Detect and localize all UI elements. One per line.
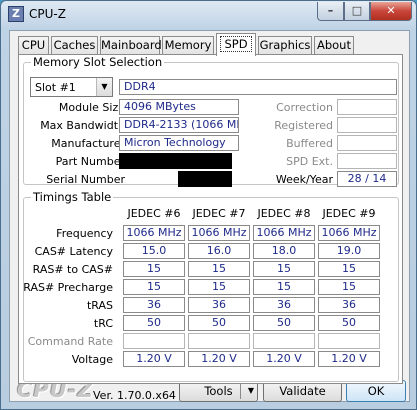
timing-cell: 15	[188, 279, 250, 295]
spd-ext-field	[337, 153, 397, 169]
chevron-down-icon[interactable]: ▼	[248, 381, 254, 401]
chevron-down-icon: ▼	[96, 78, 112, 96]
module-size-label: Module Size	[58, 101, 125, 114]
memory-slot-group: Memory Slot Selection Slot #1 ▼ DDR4 Mod…	[23, 55, 399, 187]
cpu-z-app-icon: Z	[8, 6, 24, 22]
tab-spd[interactable]: SPD	[216, 33, 256, 56]
timing-cell: 1.20 V	[318, 351, 380, 367]
memory-type-field: DDR4	[119, 79, 397, 95]
minimize-button[interactable]: –	[317, 2, 344, 21]
client-area: CPU Caches Mainboard Memory SPD Graphics…	[9, 30, 410, 402]
timing-cell: 50	[318, 315, 380, 331]
timing-cell: 15	[318, 261, 380, 277]
timing-column-header: JEDEC #8	[257, 207, 311, 220]
slot-select[interactable]: Slot #1 ▼	[30, 77, 113, 97]
week-year-field: 28 / 14	[337, 171, 397, 187]
timing-cell: 15	[123, 261, 185, 277]
timing-cell: 15	[253, 279, 315, 295]
timing-cell: 15	[318, 279, 380, 295]
correction-label: Correction	[276, 101, 333, 114]
serial-number-label: Serial Number	[46, 173, 125, 186]
timing-cell: 1066 MHz	[188, 225, 250, 241]
timing-row-label: tRC	[93, 317, 113, 330]
tab-spd-label: SPD	[220, 36, 252, 52]
spd-ext-label: SPD Ext.	[286, 155, 333, 168]
registered-field	[337, 117, 397, 133]
timing-cell: 50	[188, 315, 250, 331]
manufacturer-label: Manufacturer	[51, 137, 125, 150]
timing-column-header: JEDEC #7	[192, 207, 246, 220]
tools-split-divider	[240, 383, 241, 399]
module-size-field: 4096 MBytes	[119, 99, 239, 115]
tools-button-label: Tools	[204, 384, 233, 398]
timing-cell: 1.20 V	[253, 351, 315, 367]
timing-cell: 50	[123, 315, 185, 331]
buffered-label: Buffered	[286, 137, 333, 150]
timing-column-header: JEDEC #9	[322, 207, 376, 220]
timing-column-header: JEDEC #6	[127, 207, 181, 220]
tab-caches[interactable]: Caches	[51, 36, 98, 55]
timing-row-label: Frequency	[56, 227, 113, 240]
timing-cell: 15.0	[123, 243, 185, 259]
timing-cell: 19.0	[318, 243, 380, 259]
timing-cell: 36	[188, 297, 250, 313]
slot-select-value: Slot #1	[35, 81, 76, 94]
timing-row-label: Voltage	[71, 353, 113, 366]
timing-cell: 1.20 V	[188, 351, 250, 367]
tab-about[interactable]: About	[314, 36, 354, 55]
timing-cell: 1066 MHz	[123, 225, 185, 241]
timing-cell: 36	[253, 297, 315, 313]
window-title: CPU-Z	[29, 7, 66, 21]
timing-row-label: tRAS	[86, 299, 113, 312]
tab-graphics[interactable]: Graphics	[258, 36, 312, 55]
memory-slot-group-title: Memory Slot Selection	[31, 55, 165, 69]
timing-cell: 1.20 V	[123, 351, 185, 367]
timing-cell: 36	[123, 297, 185, 313]
cpu-z-window: Z CPU-Z – □ ✕ CPU Caches Mainboard Memor…	[0, 0, 417, 410]
timing-row-label: CAS# Latency	[34, 245, 113, 258]
timings-group-title: Timings Table	[31, 190, 114, 204]
correction-field	[337, 99, 397, 115]
title-bar[interactable]: Z CPU-Z – □ ✕	[1, 1, 416, 27]
buffered-field	[337, 135, 397, 151]
timings-group: Timings Table JEDEC #6 JEDEC #7 JEDEC #8…	[23, 190, 399, 382]
max-bandwidth-label: Max Bandwidth	[40, 119, 125, 132]
max-bandwidth-field: DDR4-2133 (1066 MHz)	[119, 117, 239, 133]
timing-cell: 50	[253, 315, 315, 331]
timing-cell: 15	[188, 261, 250, 277]
part-number-field-redacted	[119, 153, 232, 169]
timing-cell	[188, 333, 250, 349]
timing-row-label: RAS# to CAS#	[32, 263, 113, 276]
timing-cell: 18.0	[253, 243, 315, 259]
timing-cell	[318, 333, 380, 349]
timing-cell	[253, 333, 315, 349]
close-button[interactable]: ✕	[370, 2, 412, 21]
timing-cell: 16.0	[188, 243, 250, 259]
version-text: Ver. 1.70.0.x64	[93, 389, 176, 402]
timing-cell: 15	[253, 261, 315, 277]
timing-cell	[123, 333, 185, 349]
timing-cell: 36	[318, 297, 380, 313]
maximize-button[interactable]: □	[344, 2, 370, 21]
footer-bar: CPU-Z Ver. 1.70.0.x64 Tools ▼ Validate O…	[10, 378, 411, 403]
timing-cell: 1066 MHz	[253, 225, 315, 241]
timing-cell: 15	[123, 279, 185, 295]
part-number-label: Part Number	[55, 155, 125, 168]
timing-row-label: Command Rate	[27, 335, 113, 348]
week-year-label: Week/Year	[275, 173, 333, 186]
registered-label: Registered	[274, 119, 333, 132]
tab-mainboard[interactable]: Mainboard	[100, 36, 162, 55]
timing-cell: 1066 MHz	[318, 225, 380, 241]
timing-row-label: RAS# Precharge	[23, 281, 113, 294]
tab-cpu[interactable]: CPU	[18, 36, 49, 55]
tab-memory[interactable]: Memory	[162, 36, 214, 55]
manufacturer-field: Micron Technology	[119, 135, 239, 151]
spd-panel: Memory Slot Selection Slot #1 ▼ DDR4 Mod…	[18, 54, 403, 384]
serial-number-field-redacted	[178, 171, 232, 187]
